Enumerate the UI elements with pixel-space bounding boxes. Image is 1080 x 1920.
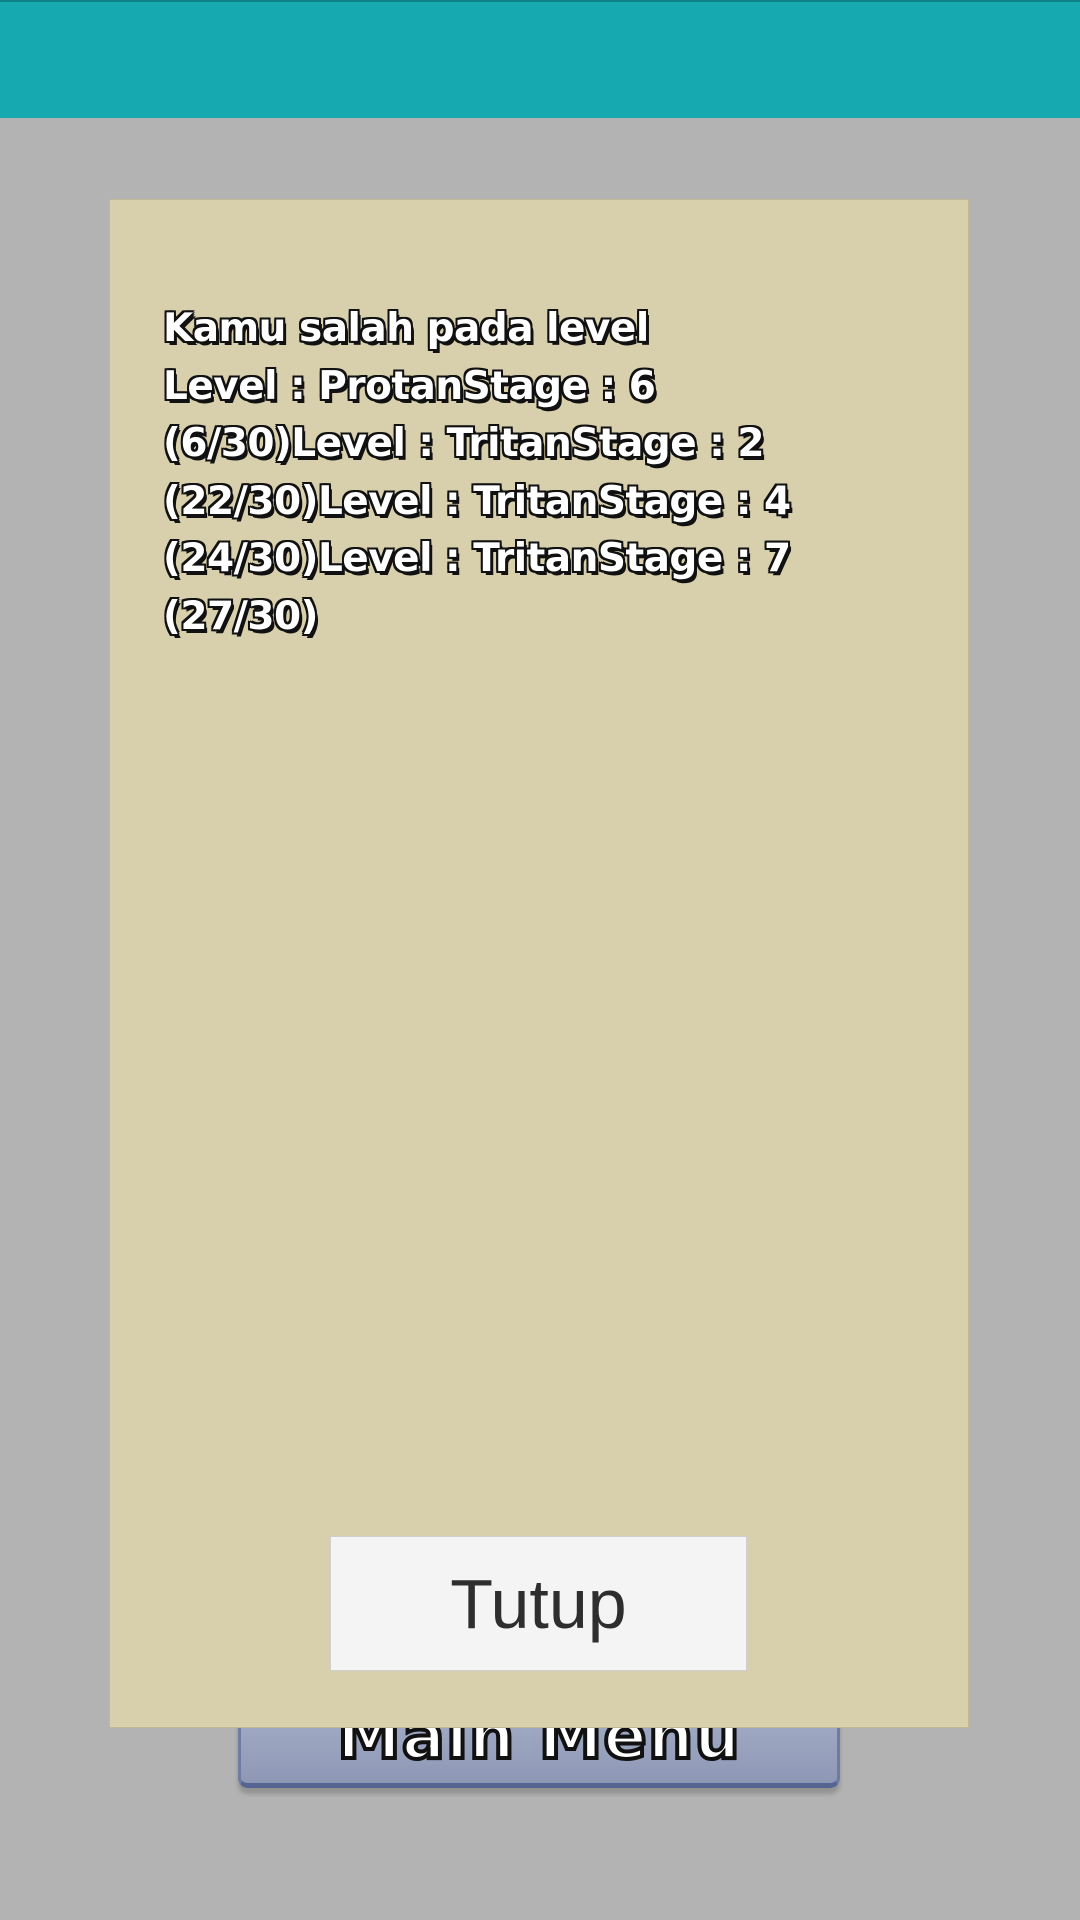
close-button[interactable]: Tutup: [330, 1536, 747, 1671]
screen: Main Menu Kamu salah pada level Level : …: [0, 0, 1080, 1920]
wrong-level-message: Kamu salah pada level Level : ProtanStag…: [163, 300, 923, 645]
message-line: (22/30)Level : TritanStage : 4: [163, 478, 791, 524]
message-line: (24/30)Level : TritanStage : 7: [163, 536, 791, 581]
top-bar: [0, 0, 1080, 118]
message-line: (27/30): [163, 593, 318, 639]
message-line: Level : ProtanStage : 6: [163, 363, 656, 409]
close-button-label: Tutup: [450, 1564, 627, 1643]
message-line: (6/30)Level : TritanStage : 2: [163, 421, 765, 466]
message-line: Kamu salah pada level: [163, 306, 649, 351]
result-dialog: Kamu salah pada level Level : ProtanStag…: [109, 199, 969, 1728]
